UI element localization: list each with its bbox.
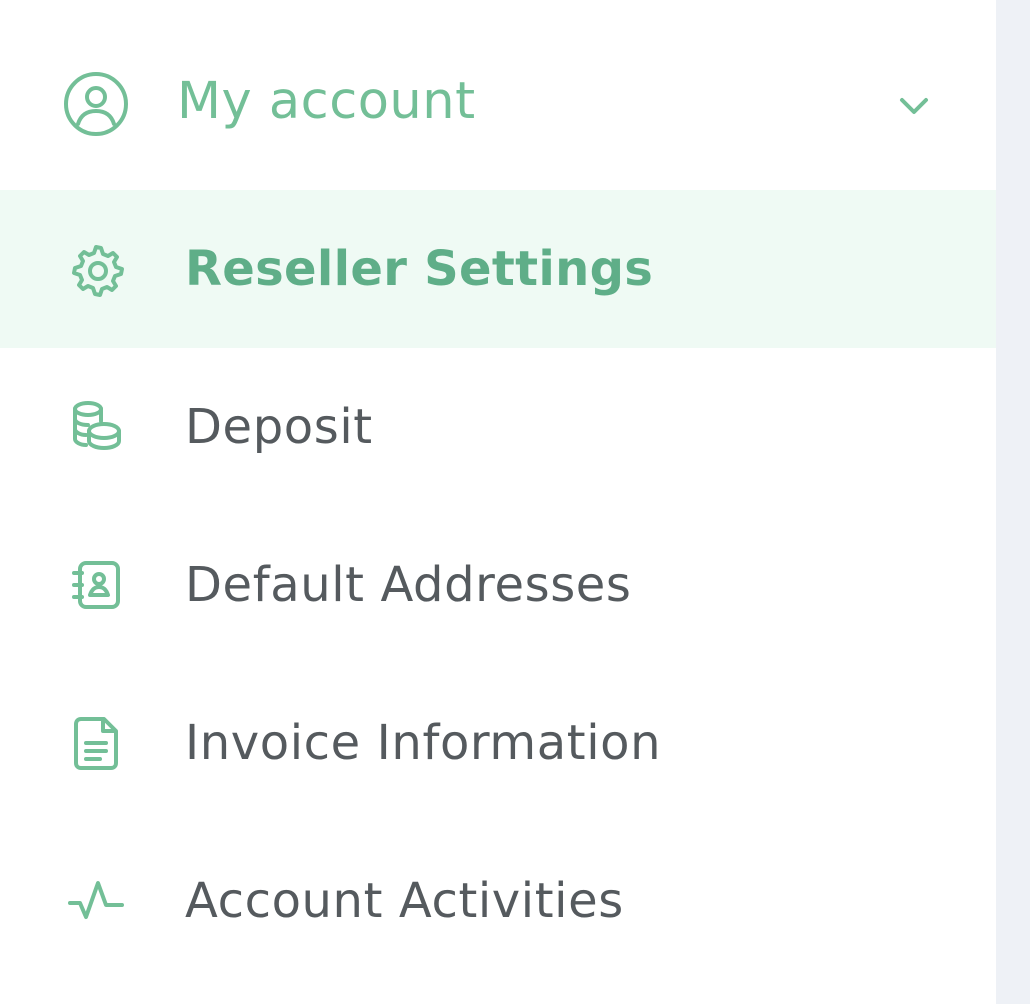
gear-icon xyxy=(66,239,126,299)
address-book-icon xyxy=(66,555,126,615)
menu-item-label: Default Addresses xyxy=(185,557,632,613)
menu-item-reseller-settings[interactable]: Reseller Settings xyxy=(0,190,996,348)
menu-item-label: Reseller Settings xyxy=(185,241,654,297)
document-icon xyxy=(66,713,126,773)
my-account-label: My account xyxy=(177,72,476,131)
user-circle-icon xyxy=(62,70,130,138)
account-sidebar: My account Reseller Settings Deposit Def… xyxy=(0,0,996,1004)
coins-stack-icon xyxy=(66,397,126,457)
menu-item-invoice-information[interactable]: Invoice Information xyxy=(0,664,996,822)
activity-pulse-icon xyxy=(66,871,126,931)
menu-item-account-activities[interactable]: Account Activities xyxy=(0,822,996,980)
menu-item-label: Account Activities xyxy=(185,873,624,929)
chevron-down-icon[interactable] xyxy=(896,88,932,124)
menu-item-deposit[interactable]: Deposit xyxy=(0,348,996,506)
menu-item-default-addresses[interactable]: Default Addresses xyxy=(0,506,996,664)
menu-item-label: Deposit xyxy=(185,399,373,455)
menu-item-label: Invoice Information xyxy=(185,715,662,771)
my-account-toggle[interactable]: My account xyxy=(0,0,996,190)
